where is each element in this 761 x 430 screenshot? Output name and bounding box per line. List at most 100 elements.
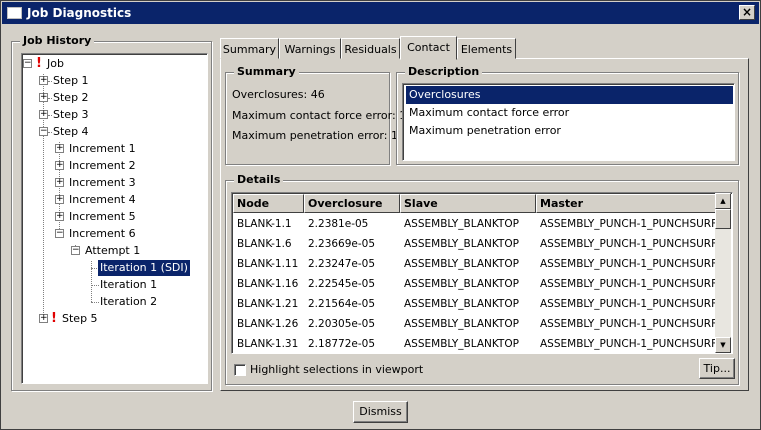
tree-node-increment-3[interactable]: + Increment 3: [22, 175, 202, 191]
tree-node-label: Step 3: [53, 108, 89, 121]
collapse-icon[interactable]: −: [39, 127, 48, 136]
cell-node: BLANK-1.11: [237, 258, 299, 270]
tree-node-label: Step 2: [53, 91, 89, 104]
title-bar: Job Diagnostics ×: [2, 2, 759, 24]
highlight-selections-checkbox[interactable]: [234, 364, 246, 376]
summary-max-penetration-error: Maximum penetration error: 1: [232, 129, 398, 142]
expand-icon[interactable]: +: [55, 212, 64, 221]
window-icon: [7, 7, 22, 19]
tree-node-label: Increment 3: [69, 176, 136, 189]
cell-node: BLANK-1.21: [237, 298, 299, 310]
column-header-slave[interactable]: Slave: [400, 194, 536, 213]
tree-node-increment-1[interactable]: + Increment 1: [22, 141, 202, 157]
close-button[interactable]: ×: [739, 5, 755, 20]
warning-icon: !: [36, 56, 42, 71]
tree-node-attempt-1[interactable]: − Attempt 1: [22, 243, 202, 259]
tree-node-label: Increment 4: [69, 193, 136, 206]
summary-max-contact-force-error: Maximum contact force error: 1: [232, 109, 407, 122]
cell-slave: ASSEMBLY_BLANKTOP: [404, 318, 519, 330]
job-history-tree[interactable]: − ! Job + Step 1 + Step 2 + Step 3 − Ste…: [21, 53, 208, 384]
tree-node-label: Increment 6: [69, 227, 136, 240]
expand-icon[interactable]: +: [55, 195, 64, 204]
expand-icon[interactable]: +: [55, 144, 64, 153]
cell-slave: ASSEMBLY_BLANKTOP: [404, 258, 519, 270]
cell-overclosure: 2.20305e-05: [308, 318, 376, 330]
tree-node-label: Increment 5: [69, 210, 136, 223]
tree-node-step-1[interactable]: + Step 1: [22, 73, 202, 89]
tree-node-job[interactable]: − ! Job: [22, 56, 202, 72]
scroll-thumb[interactable]: [715, 209, 731, 229]
tree-node-step-4[interactable]: − Step 4: [22, 124, 202, 140]
tab-contact[interactable]: Contact: [400, 36, 457, 60]
cell-master: ASSEMBLY_PUNCH-1_PUNCHSURF: [540, 218, 716, 230]
details-table[interactable]: Node Overclosure Slave Master BLANK-1.1 …: [231, 192, 733, 354]
cell-node: BLANK-1.26: [237, 318, 299, 330]
window-title: Job Diagnostics: [27, 6, 132, 20]
tree-node-increment-6[interactable]: − Increment 6: [22, 226, 202, 242]
cell-slave: ASSEMBLY_BLANKTOP: [404, 218, 519, 230]
tab-warnings[interactable]: Warnings: [279, 38, 341, 59]
collapse-icon[interactable]: −: [55, 229, 64, 238]
description-item-overclosures[interactable]: Overclosures: [406, 86, 733, 104]
column-header-overclosure[interactable]: Overclosure: [304, 194, 400, 213]
expand-icon[interactable]: +: [39, 76, 48, 85]
expand-icon[interactable]: +: [55, 178, 64, 187]
highlight-selections-label: Highlight selections in viewport: [250, 363, 424, 376]
scroll-down-icon[interactable]: ▼: [715, 337, 731, 353]
expand-icon[interactable]: +: [39, 110, 48, 119]
tree-node-iteration-2[interactable]: Iteration 2: [22, 294, 202, 310]
cell-master: ASSEMBLY_PUNCH-1_PUNCHSURF: [540, 298, 716, 310]
summary-overclosures: Overclosures: 46: [232, 88, 325, 101]
tree-node-label: Iteration 1 (SDI): [98, 260, 190, 276]
tree-node-label: Attempt 1: [85, 244, 141, 257]
tree-node-label: Increment 1: [69, 142, 136, 155]
expand-icon[interactable]: +: [55, 161, 64, 170]
cell-master: ASSEMBLY_PUNCH-1_PUNCHSURF: [540, 238, 716, 250]
details-scrollbar[interactable]: ▲ ▼: [715, 193, 731, 353]
cell-node: BLANK-1.16: [237, 278, 299, 290]
tab-residuals[interactable]: Residuals: [341, 38, 400, 59]
description-item-max-penetration-error[interactable]: Maximum penetration error: [406, 122, 733, 140]
cell-slave: ASSEMBLY_BLANKTOP: [404, 238, 519, 250]
tab-elements[interactable]: Elements: [457, 38, 516, 59]
tree-node-label: Job: [47, 57, 64, 70]
cell-slave: ASSEMBLY_BLANKTOP: [404, 338, 519, 350]
tree-node-label: Step 5: [62, 312, 98, 325]
cell-master: ASSEMBLY_PUNCH-1_PUNCHSURF: [540, 318, 716, 330]
collapse-icon[interactable]: −: [23, 59, 32, 68]
job-diagnostics-window: Job Diagnostics × Job History − ! Job + …: [0, 0, 761, 430]
cell-overclosure: 2.21564e-05: [308, 298, 376, 310]
description-item-max-contact-force-error[interactable]: Maximum contact force error: [406, 104, 733, 122]
tree-node-iteration-1[interactable]: Iteration 1: [22, 277, 202, 293]
dismiss-button[interactable]: Dismiss: [353, 401, 408, 423]
tree-node-increment-4[interactable]: + Increment 4: [22, 192, 202, 208]
tree-node-increment-2[interactable]: + Increment 2: [22, 158, 202, 174]
cell-overclosure: 2.23669e-05: [308, 238, 376, 250]
warning-icon: !: [51, 311, 57, 326]
cell-overclosure: 2.23247e-05: [308, 258, 376, 270]
tip-button[interactable]: Tip...: [699, 358, 735, 379]
column-header-master[interactable]: Master: [536, 194, 716, 213]
cell-slave: ASSEMBLY_BLANKTOP: [404, 278, 519, 290]
cell-node: BLANK-1.31: [237, 338, 299, 350]
tree-node-step-2[interactable]: + Step 2: [22, 90, 202, 106]
tree-node-step-3[interactable]: + Step 3: [22, 107, 202, 123]
tree-node-label: Iteration 2: [100, 295, 158, 308]
tree-node-label: Iteration 1: [100, 278, 158, 291]
expand-icon[interactable]: +: [39, 314, 48, 323]
tree-node-increment-5[interactable]: + Increment 5: [22, 209, 202, 225]
expand-icon[interactable]: +: [39, 93, 48, 102]
cell-overclosure: 2.2381e-05: [308, 218, 369, 230]
tree-node-iteration-1-sdi[interactable]: Iteration 1 (SDI): [22, 260, 202, 276]
cell-master: ASSEMBLY_PUNCH-1_PUNCHSURF: [540, 338, 716, 350]
details-title: Details: [234, 173, 284, 186]
tab-summary[interactable]: Summary: [220, 38, 279, 59]
summary-title: Summary: [234, 65, 299, 78]
column-header-node[interactable]: Node: [233, 194, 304, 213]
description-list[interactable]: Overclosures Maximum contact force error…: [402, 83, 735, 161]
tree-node-label: Step 4: [53, 125, 89, 138]
tree-node-step-5[interactable]: + ! Step 5: [22, 311, 202, 327]
scroll-up-icon[interactable]: ▲: [715, 193, 731, 209]
tree-node-label: Increment 2: [69, 159, 136, 172]
collapse-icon[interactable]: −: [71, 246, 80, 255]
